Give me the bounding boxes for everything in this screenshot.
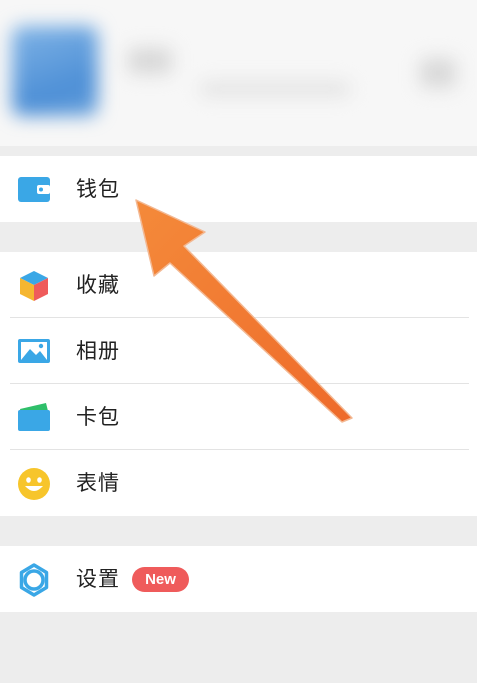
wallet-icon <box>17 173 51 205</box>
menu-item-wallet[interactable]: 钱包 <box>0 156 477 222</box>
gear-icon <box>17 563 51 597</box>
menu-item-label: 卡包 <box>76 405 120 429</box>
menu-item-cards[interactable]: 卡包 <box>0 384 477 450</box>
card-icon <box>17 401 51 433</box>
new-badge: New <box>132 567 189 592</box>
menu-item-stickers[interactable]: 表情 <box>0 450 477 516</box>
profile-header[interactable] <box>0 0 477 146</box>
qr-code-icon <box>420 58 456 88</box>
settings-group: 设置 New <box>0 546 477 612</box>
menu-item-label: 表情 <box>76 471 120 495</box>
me-page: 钱包 收藏 相册 卡包 表情 设置 New <box>0 0 477 683</box>
menu-item-settings[interactable]: 设置 New <box>0 546 477 612</box>
image-icon <box>17 335 51 367</box>
cube-icon <box>17 269 51 301</box>
menu-item-label: 收藏 <box>76 273 120 297</box>
menu-item-label: 钱包 <box>76 177 120 201</box>
features-group: 收藏 相册 卡包 表情 <box>0 252 477 516</box>
menu-item-favorites[interactable]: 收藏 <box>0 252 477 318</box>
profile-name-blurred <box>128 48 172 74</box>
profile-id-blurred <box>200 82 350 96</box>
menu-item-label: 相册 <box>76 339 120 363</box>
menu-item-label: 设置 <box>76 567 120 591</box>
smiley-icon <box>17 467 51 500</box>
profile-blur <box>0 0 477 146</box>
avatar <box>12 26 98 116</box>
menu-item-album[interactable]: 相册 <box>0 318 477 384</box>
wallet-group: 钱包 <box>0 156 477 222</box>
